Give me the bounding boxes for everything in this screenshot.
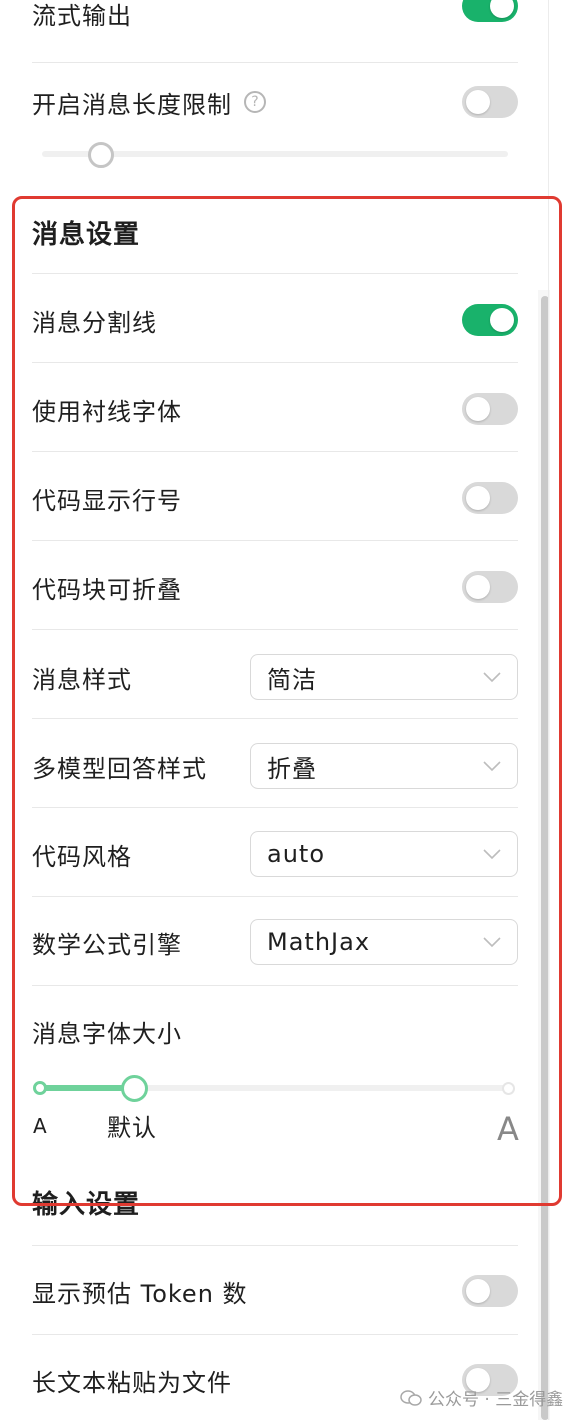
code-style-select[interactable]: auto <box>250 831 518 877</box>
token-estimate-toggle[interactable] <box>462 1275 518 1307</box>
setting-row-token-estimate: 显示预估 Token 数 <box>32 1270 518 1312</box>
divider <box>32 718 518 719</box>
divider <box>32 540 518 541</box>
slider-handle[interactable] <box>88 142 114 168</box>
setting-row-math-engine: 数学公式引擎 MathJax <box>32 919 518 965</box>
setting-row-code-style: 代码风格 auto <box>32 831 518 877</box>
setting-label: 数学公式引擎 <box>32 930 182 959</box>
divider <box>32 1334 518 1335</box>
setting-label: 显示预估 Token 数 <box>32 1279 248 1308</box>
chevron-down-icon <box>483 761 501 772</box>
setting-row-message-style: 消息样式 简洁 <box>32 654 518 700</box>
font-size-default-label: 默认 <box>107 1114 157 1142</box>
setting-label: 开启消息长度限制 <box>32 90 232 119</box>
setting-label: 代码风格 <box>32 842 132 871</box>
divider <box>32 451 518 452</box>
setting-row-multi-model-style: 多模型回答样式 折叠 <box>32 743 518 789</box>
setting-label: 代码显示行号 <box>32 486 182 515</box>
multi-model-style-select[interactable]: 折叠 <box>250 743 518 789</box>
setting-label: 长文本粘贴为文件 <box>32 1368 232 1397</box>
select-value: 折叠 <box>267 754 317 783</box>
msg-length-limit-toggle[interactable] <box>462 86 518 118</box>
watermark-text: 公众号 · 三金得鑫 <box>428 1390 564 1410</box>
slider-step-dot[interactable] <box>502 1082 515 1095</box>
setting-label: 流式输出 <box>32 1 132 30</box>
section-header-message-settings: 消息设置 <box>32 212 518 252</box>
toggle-knob <box>466 397 490 421</box>
slider-fill <box>40 1085 134 1091</box>
divider <box>32 985 518 986</box>
font-size-max-label: A <box>497 1110 519 1148</box>
divider <box>32 1245 518 1246</box>
font-size-min-label: A <box>33 1114 47 1138</box>
setting-row-msg-length-limit: 开启消息长度限制 ? <box>32 82 518 122</box>
divider <box>32 629 518 630</box>
setting-row-streaming-output: 流式输出 <box>32 0 518 40</box>
setting-row-font-size: 消息字体大小 <box>32 1010 518 1052</box>
section-title: 输入设置 <box>32 1189 141 1220</box>
serif-font-toggle[interactable] <box>462 393 518 425</box>
divider <box>32 62 518 63</box>
setting-row-code-line-numbers: 代码显示行号 <box>32 477 518 519</box>
divider <box>32 362 518 363</box>
message-divider-toggle[interactable] <box>462 304 518 336</box>
toggle-knob <box>466 1279 490 1303</box>
setting-row-serif-font: 使用衬线字体 <box>32 388 518 430</box>
slider-handle[interactable] <box>121 1075 148 1102</box>
toggle-knob <box>466 486 490 510</box>
chevron-down-icon <box>483 672 501 683</box>
setting-label: 消息样式 <box>32 665 132 694</box>
streaming-output-toggle[interactable] <box>462 0 518 22</box>
watermark: 公众号 · 三金得鑫 <box>400 1385 563 1410</box>
setting-label: 代码块可折叠 <box>32 575 182 604</box>
select-value: MathJax <box>267 928 371 956</box>
code-collapsible-toggle[interactable] <box>462 571 518 603</box>
toggle-knob <box>490 308 514 332</box>
toggle-knob <box>490 0 514 18</box>
toggle-knob <box>466 575 490 599</box>
setting-row-message-divider: 消息分割线 <box>32 299 518 341</box>
slider-step-dot[interactable] <box>33 1081 47 1095</box>
setting-label: 多模型回答样式 <box>32 754 207 783</box>
panel-border <box>548 0 549 1420</box>
highlight-frame <box>12 196 562 1206</box>
math-engine-select[interactable]: MathJax <box>250 919 518 965</box>
toggle-knob <box>466 90 490 114</box>
chevron-down-icon <box>483 937 501 948</box>
setting-row-code-collapsible: 代码块可折叠 <box>32 566 518 608</box>
divider <box>32 807 518 808</box>
question-circle-icon[interactable]: ? <box>244 91 266 113</box>
section-header-input-settings: 输入设置 <box>32 1182 518 1222</box>
setting-label: 使用衬线字体 <box>32 397 182 426</box>
code-line-numbers-toggle[interactable] <box>462 482 518 514</box>
message-style-select[interactable]: 简洁 <box>250 654 518 700</box>
select-value: 简洁 <box>267 665 317 694</box>
select-value: auto <box>267 840 326 868</box>
setting-label: 消息字体大小 <box>32 1019 182 1048</box>
wechat-icon <box>400 1389 422 1406</box>
divider <box>32 896 518 897</box>
setting-label: 消息分割线 <box>32 308 157 337</box>
chevron-down-icon <box>483 849 501 860</box>
section-title: 消息设置 <box>32 219 141 250</box>
divider <box>32 273 518 274</box>
